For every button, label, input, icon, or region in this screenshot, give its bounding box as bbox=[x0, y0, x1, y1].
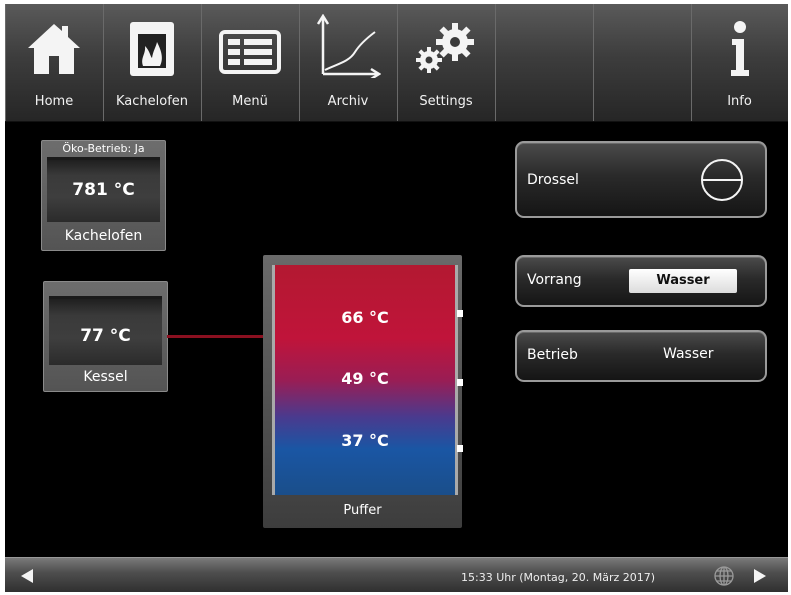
puffer-temp-middle: 49 °C bbox=[341, 369, 389, 388]
kachelofen-display: 781 °C bbox=[47, 157, 160, 222]
datetime-display: 15:33 Uhr (Montag, 20. März 2017) bbox=[461, 571, 656, 584]
nav-label: Menü bbox=[232, 94, 268, 109]
puffer-tank[interactable]: 66 °C 49 °C 37 °C Puffer bbox=[263, 255, 463, 528]
vorrang-label: Vorrang bbox=[527, 272, 582, 288]
puffer-temp-bottom: 37 °C bbox=[341, 431, 389, 450]
kachelofen-tile[interactable]: Öko-Betrieb: Ja 781 °C Kachelofen bbox=[41, 140, 166, 251]
kachelofen-label: Kachelofen bbox=[64, 228, 143, 244]
kessel-display: 77 °C bbox=[49, 296, 162, 365]
nav-empty-slot-2 bbox=[593, 4, 692, 121]
kessel-tile[interactable]: 77 °C Kessel bbox=[43, 281, 168, 392]
nav-label: Home bbox=[34, 94, 74, 109]
nav-kachelofen-button[interactable]: Kachelofen bbox=[103, 4, 202, 121]
menu-icon bbox=[219, 30, 281, 74]
info-icon bbox=[730, 21, 749, 76]
nav-archiv-button[interactable]: Archiv bbox=[299, 4, 398, 121]
display-screen: Home Kachelofen Menü Archiv Settings Inf… bbox=[5, 4, 788, 592]
sensor-marker-top bbox=[457, 310, 463, 317]
home-icon bbox=[28, 24, 80, 74]
eco-mode-status: Öko-Betrieb: Ja bbox=[62, 142, 145, 155]
sensor-marker-bottom bbox=[457, 445, 463, 452]
top-navigation-bar: Home Kachelofen Menü Archiv Settings Inf… bbox=[5, 4, 788, 122]
sensor-marker-middle bbox=[457, 379, 463, 386]
nav-label: Kachelofen bbox=[115, 94, 189, 109]
kachelofen-temperature: 781 °C bbox=[72, 180, 135, 200]
vorrang-toggle-button[interactable]: Wasser bbox=[629, 269, 737, 293]
nav-label: Archiv bbox=[327, 94, 369, 109]
puffer-label: Puffer bbox=[343, 503, 382, 518]
vorrang-control: Vorrang Wasser bbox=[515, 255, 767, 307]
bottom-status-bar: 15:33 Uhr (Montag, 20. März 2017) bbox=[5, 557, 788, 592]
nav-menu-button[interactable]: Menü bbox=[201, 4, 300, 121]
drossel-label: Drossel bbox=[527, 172, 579, 188]
drossel-button[interactable]: Drossel bbox=[515, 141, 767, 218]
chart-icon bbox=[316, 14, 381, 78]
betrieb-button[interactable]: Betrieb Wasser bbox=[515, 330, 767, 382]
betrieb-label: Betrieb bbox=[527, 347, 578, 363]
kessel-label: Kessel bbox=[83, 369, 128, 385]
puffer-tank-body: 66 °C 49 °C 37 °C bbox=[272, 265, 463, 495]
puffer-temp-top: 66 °C bbox=[341, 308, 389, 327]
betrieb-value: Wasser bbox=[663, 346, 714, 362]
stove-icon bbox=[130, 22, 174, 76]
nav-label: Info bbox=[727, 94, 752, 109]
throttle-valve-icon bbox=[701, 159, 743, 201]
arrow-left-icon[interactable] bbox=[19, 568, 35, 584]
kessel-to-puffer-pipe bbox=[167, 335, 263, 338]
nav-label: Settings bbox=[419, 94, 473, 109]
arrow-right-icon[interactable] bbox=[752, 568, 768, 584]
globe-icon[interactable] bbox=[713, 565, 735, 587]
nav-info-button[interactable]: Info bbox=[691, 4, 788, 121]
nav-empty-slot-1 bbox=[495, 4, 594, 121]
gears-icon bbox=[416, 23, 474, 73]
kessel-temperature: 77 °C bbox=[80, 326, 131, 346]
nav-home-button[interactable]: Home bbox=[5, 4, 104, 121]
nav-settings-button[interactable]: Settings bbox=[397, 4, 496, 121]
